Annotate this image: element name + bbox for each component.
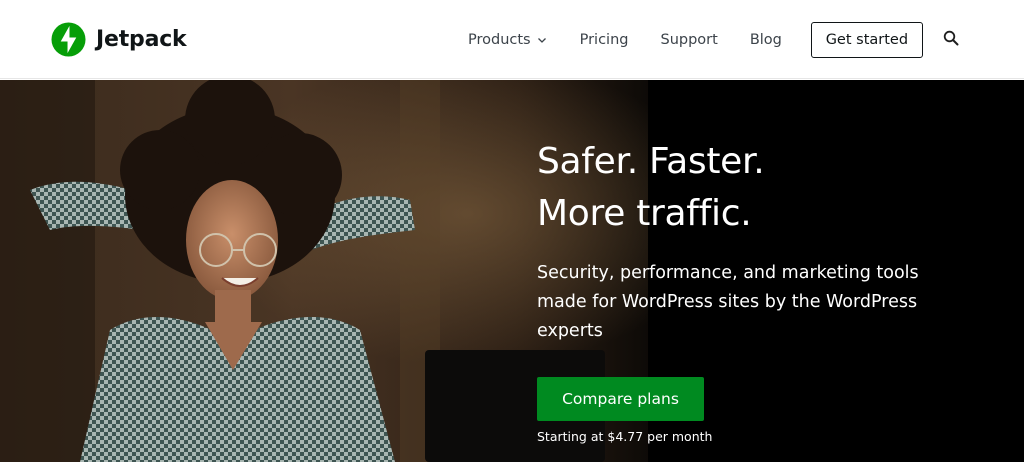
search-button[interactable] [943, 29, 961, 47]
chevron-down-icon [537, 37, 546, 43]
main-nav: Products Pricing Support Blog Get starte… [468, 0, 923, 79]
nav-item-label: Products [468, 31, 531, 48]
hero-title: Safer. Faster. More traffic. [537, 136, 977, 240]
site-header: Jetpack Products Pricing Support Blog Ge… [0, 0, 1024, 79]
get-started-button[interactable]: Get started [810, 21, 923, 58]
search-icon [943, 30, 959, 46]
hero-section: Safer. Faster. More traffic. Security, p… [0, 80, 1024, 462]
nav-item-products[interactable]: Products [468, 0, 547, 79]
jetpack-logo-link[interactable]: Jetpack [51, 21, 187, 57]
nav-item-support[interactable]: Support [660, 0, 717, 79]
nav-item-pricing[interactable]: Pricing [580, 0, 629, 79]
hero-title-line-1: Safer. Faster. [537, 141, 765, 182]
jetpack-bolt-icon [51, 21, 86, 57]
hero-title-line-2: More traffic. [537, 193, 752, 234]
brand-name: Jetpack [96, 26, 187, 52]
price-note: Starting at $4.77 per month [537, 429, 713, 444]
compare-plans-button[interactable]: Compare plans [537, 377, 704, 421]
hero-subtitle: Security, performance, and marketing too… [537, 263, 919, 341]
nav-item-blog[interactable]: Blog [750, 0, 782, 79]
